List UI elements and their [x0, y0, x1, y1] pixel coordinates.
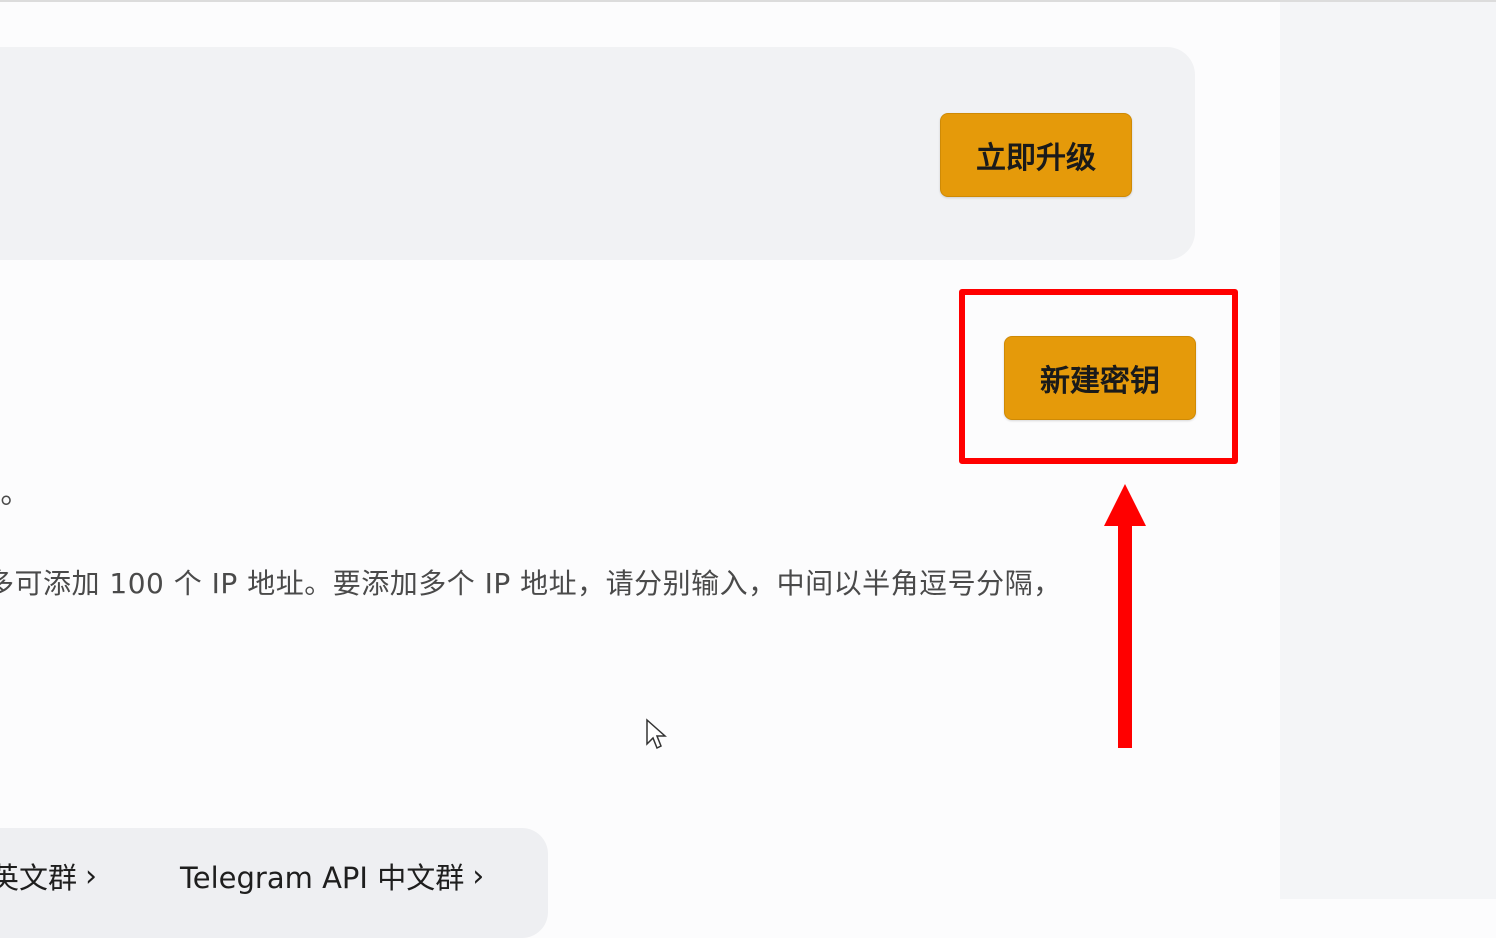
- mouse-cursor-icon: [646, 718, 667, 750]
- right-side-panel: [1280, 2, 1496, 899]
- chinese-group-link[interactable]: Telegram API 中文群 ›: [180, 855, 484, 897]
- upgrade-now-button[interactable]: 立即升级: [940, 113, 1132, 197]
- highlight-box: [959, 289, 1238, 464]
- description-fragment: l。: [0, 476, 31, 511]
- english-group-link[interactable]: 英文群 ›: [0, 855, 97, 897]
- top-divider: [0, 0, 1496, 2]
- chinese-group-label: Telegram API 中文群: [180, 861, 465, 895]
- arrow-up-icon: [1104, 484, 1146, 526]
- english-group-label: 英文群: [0, 861, 78, 895]
- chevron-right-icon: ›: [85, 858, 98, 894]
- ip-limit-note: 多可添加 100 个 IP 地址。要添加多个 IP 地址，请分别输入，中间以半角…: [0, 567, 1062, 600]
- chevron-right-icon: ›: [472, 858, 485, 894]
- arrow-shaft: [1118, 522, 1132, 748]
